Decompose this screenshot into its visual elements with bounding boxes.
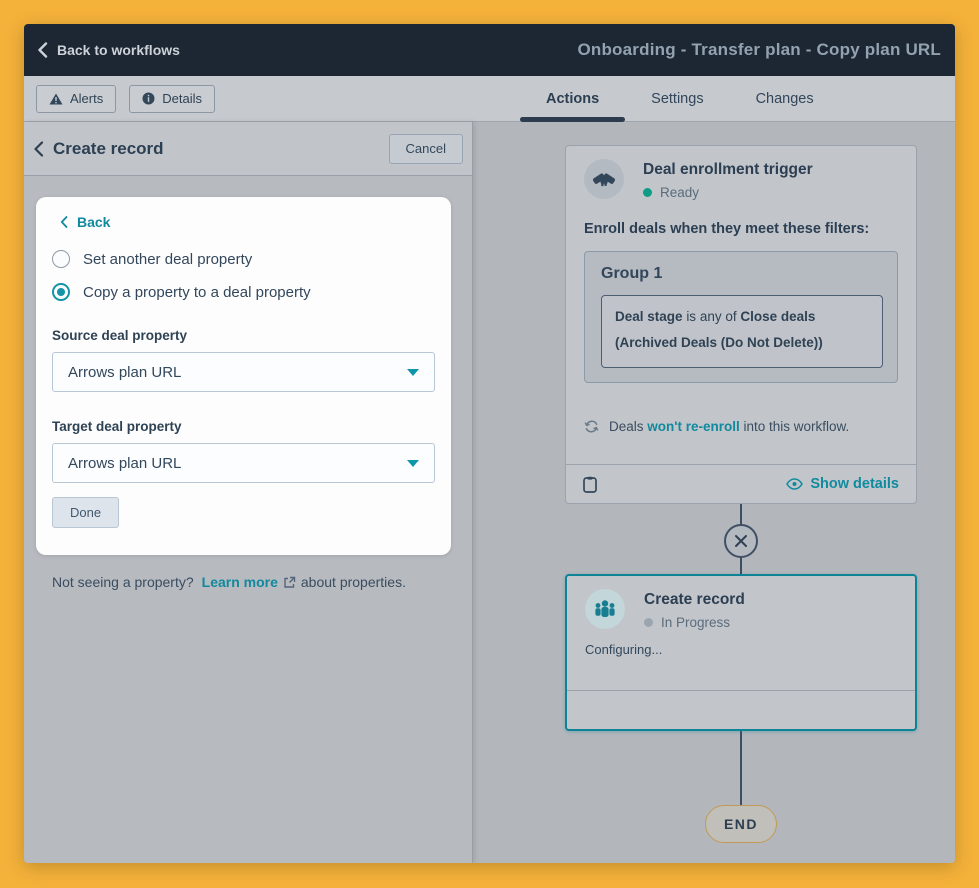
reenroll-prefix: Deals bbox=[609, 418, 644, 434]
action-node-footer bbox=[567, 690, 915, 729]
toolbar: Alerts Details Actions Settings Changes bbox=[24, 76, 955, 122]
panel-back[interactable]: Create record bbox=[33, 139, 164, 159]
info-icon bbox=[142, 92, 155, 105]
clipboard-icon[interactable] bbox=[583, 476, 597, 493]
enroll-filters-label: Enroll deals when they meet these filter… bbox=[584, 221, 870, 237]
target-property-label: Target deal property bbox=[52, 419, 182, 434]
back-to-workflows-link[interactable]: Back to workflows bbox=[37, 42, 180, 58]
radio-label: Copy a property to a deal property bbox=[83, 283, 311, 301]
chevron-down-icon bbox=[407, 368, 419, 376]
property-copy-card: Back Set another deal property Copy a pr… bbox=[36, 197, 451, 555]
panel-header: Create record Cancel bbox=[24, 122, 472, 176]
show-details-button[interactable]: Show details bbox=[786, 476, 899, 492]
reenroll-link[interactable]: won't re-enroll bbox=[647, 419, 739, 434]
property-footnote: Not seeing a property? Learn more about … bbox=[52, 574, 451, 590]
show-details-label: Show details bbox=[810, 476, 899, 492]
filter-group-box[interactable]: Group 1 Deal stage is any of Close deals… bbox=[584, 251, 898, 383]
workflow-title: Onboarding - Transfer plan - Copy plan U… bbox=[577, 40, 941, 59]
radio-unselected-icon bbox=[52, 250, 70, 268]
action-node-content: Create record In Progress Configuring... bbox=[567, 576, 915, 690]
action-body-text: Configuring... bbox=[585, 642, 663, 657]
footnote-prefix: Not seeing a property? bbox=[52, 574, 194, 590]
app-header: Back to workflows Onboarding - Transfer … bbox=[24, 24, 955, 76]
source-property-label: Source deal property bbox=[52, 328, 188, 343]
target-property-select[interactable]: Arrows plan URL bbox=[52, 443, 435, 483]
tab-settings[interactable]: Settings bbox=[625, 76, 729, 121]
filter-group-title: Group 1 bbox=[601, 265, 663, 282]
action-node-title: Create record bbox=[644, 591, 745, 608]
chevron-left-icon bbox=[37, 42, 48, 58]
external-link-icon[interactable] bbox=[283, 576, 296, 589]
trigger-node-title: Deal enrollment trigger bbox=[643, 161, 813, 178]
back-link[interactable]: Back bbox=[60, 214, 110, 230]
trigger-node-content: Deal enrollment trigger Ready Enroll dea… bbox=[566, 146, 916, 464]
done-button[interactable]: Done bbox=[52, 497, 120, 528]
source-property-select[interactable]: Arrows plan URL bbox=[52, 352, 435, 392]
workflow-editor-window: Back to workflows Onboarding - Transfer … bbox=[24, 24, 955, 863]
action-status: In Progress bbox=[661, 615, 731, 630]
filter-condition[interactable]: Deal stage is any of Close deals (Archiv… bbox=[601, 295, 883, 368]
panel-body: Back Set another deal property Copy a pr… bbox=[24, 176, 472, 863]
details-label: Details bbox=[162, 91, 202, 106]
status-dot-ready bbox=[643, 188, 652, 197]
close-icon bbox=[734, 534, 748, 548]
trigger-node-footer: Show details bbox=[566, 464, 916, 503]
end-label: END bbox=[723, 816, 759, 832]
alerts-label: Alerts bbox=[70, 91, 104, 106]
sync-icon bbox=[584, 419, 599, 434]
workflow-canvas[interactable]: Deal enrollment trigger Ready Enroll dea… bbox=[473, 122, 955, 863]
trigger-status: Ready bbox=[660, 185, 700, 200]
radio-selected-icon bbox=[52, 283, 70, 301]
chevron-left-icon bbox=[60, 216, 68, 228]
footnote-suffix: about properties. bbox=[300, 574, 406, 590]
chevron-left-icon bbox=[33, 140, 44, 157]
target-property-value: Arrows plan URL bbox=[68, 454, 182, 472]
radio-label: Set another deal property bbox=[83, 250, 253, 268]
delete-connection-button[interactable] bbox=[724, 524, 758, 558]
trigger-node-card[interactable]: Deal enrollment trigger Ready Enroll dea… bbox=[565, 145, 917, 504]
radio-copy-property[interactable]: Copy a property to a deal property bbox=[52, 283, 435, 301]
back-to-workflows-label: Back to workflows bbox=[57, 42, 180, 58]
source-property-value: Arrows plan URL bbox=[68, 363, 182, 381]
tab-changes[interactable]: Changes bbox=[730, 76, 840, 121]
cancel-button[interactable]: Cancel bbox=[388, 133, 463, 164]
end-node: END bbox=[705, 805, 777, 843]
radio-set-another-property[interactable]: Set another deal property bbox=[52, 250, 435, 268]
details-button[interactable]: Details bbox=[129, 84, 215, 113]
create-record-panel: Create record Cancel Back Set another de… bbox=[24, 122, 473, 863]
chevron-down-icon bbox=[407, 459, 419, 467]
back-label: Back bbox=[77, 214, 111, 230]
warning-icon bbox=[49, 93, 63, 105]
filter-property: Deal stage bbox=[615, 309, 683, 324]
status-dot-in-progress bbox=[644, 618, 653, 627]
reenroll-note: Deals won't re-enroll into this workflow… bbox=[584, 419, 898, 434]
eye-icon bbox=[786, 478, 804, 490]
handshake-icon bbox=[584, 159, 624, 199]
tab-actions[interactable]: Actions bbox=[520, 76, 626, 122]
filter-operator: is any of bbox=[686, 309, 737, 324]
content-area: Create record Cancel Back Set another de… bbox=[24, 122, 955, 863]
alerts-button[interactable]: Alerts bbox=[36, 84, 117, 113]
reenroll-suffix: into this workflow. bbox=[743, 418, 850, 434]
action-node-card[interactable]: Create record In Progress Configuring... bbox=[565, 574, 917, 731]
learn-more-link[interactable]: Learn more bbox=[202, 574, 278, 590]
panel-title: Create record bbox=[53, 138, 164, 158]
people-icon bbox=[585, 589, 625, 629]
tab-bar: Actions Settings Changes bbox=[520, 76, 840, 122]
